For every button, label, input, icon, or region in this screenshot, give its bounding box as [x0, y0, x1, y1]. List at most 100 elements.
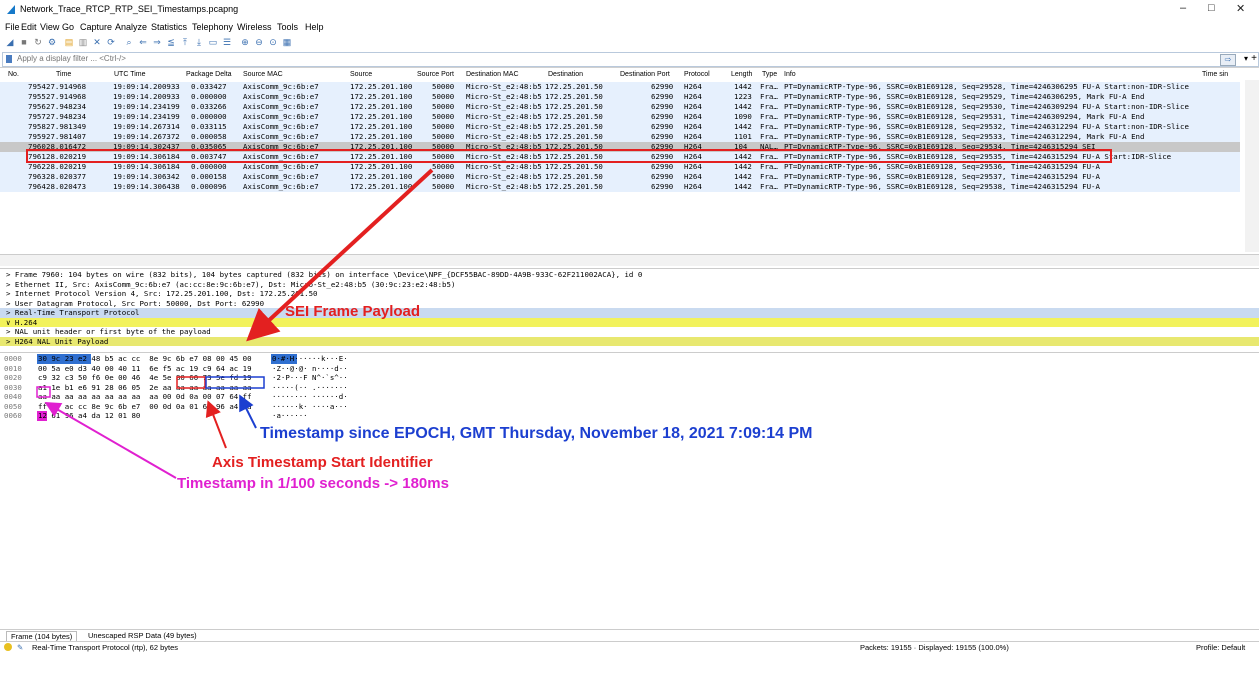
- packet-cell-time: 27.914968: [46, 82, 87, 91]
- packet-row[interactable]: 7955 27.914968 19:09:14.200933 0.000000 Axis…: [0, 92, 1240, 102]
- detail-row[interactable]: > Internet Protocol Version 4, Src: 172.…: [0, 289, 1259, 299]
- menu-view[interactable]: View: [40, 22, 59, 32]
- menu-file[interactable]: File: [5, 22, 20, 32]
- zoom-in-icon[interactable]: ⊕: [240, 37, 250, 47]
- col-timesin[interactable]: Time sin: [1202, 71, 1228, 78]
- detail-row[interactable]: > Frame 7960: 104 bytes on wire (832 bit…: [0, 270, 1259, 280]
- col-dstmac[interactable]: Destination MAC: [466, 71, 519, 78]
- menu-statistics[interactable]: Statistics: [151, 22, 187, 32]
- packet-cell-utc: 19:09:14.200933: [113, 82, 180, 91]
- packet-row[interactable]: 7954 27.914968 19:09:14.200933 0.033427 Axis…: [0, 82, 1240, 92]
- packet-row[interactable]: 7964 28.020473 19:09:14.306438 0.000096 Axis…: [0, 182, 1240, 192]
- bytes-row[interactable]: 0050 ff ff ac cc 8e 9c 6b e7 00 0d 0a 01 …: [0, 402, 500, 412]
- col-srcport[interactable]: Source Port: [417, 71, 454, 78]
- packet-cell-srcmac: AxisComm_9c:6b:e7: [243, 162, 319, 171]
- maximize-button[interactable]: □: [1208, 2, 1215, 14]
- packet-list-hscroll[interactable]: [0, 254, 1259, 266]
- packet-row[interactable]: 7957 27.948234 19:09:14.234199 0.000000 Axis…: [0, 112, 1240, 122]
- menu-analyze[interactable]: Analyze: [115, 22, 147, 32]
- detail-row[interactable]: ∨ H.264: [0, 317, 1259, 327]
- detail-row[interactable]: > Real-Time Transport Protocol: [0, 308, 1259, 318]
- open-file-icon[interactable]: ▤: [64, 37, 74, 47]
- packet-cell-srcport: 50000: [432, 92, 455, 101]
- first-packet-icon[interactable]: ⤒: [180, 37, 190, 47]
- packet-cell-proto: H264: [684, 182, 702, 191]
- start-capture-icon[interactable]: ◢: [5, 37, 15, 47]
- autoscroll-icon[interactable]: ▭: [208, 37, 218, 47]
- last-packet-icon[interactable]: ⤓: [194, 37, 204, 47]
- find-packet-icon[interactable]: ⌕: [124, 37, 134, 47]
- display-filter-input[interactable]: [17, 54, 617, 63]
- resize-columns-icon[interactable]: ▦: [282, 37, 292, 47]
- menu-go[interactable]: Go: [62, 22, 74, 32]
- col-srcmac[interactable]: Source MAC: [243, 71, 283, 78]
- close-button[interactable]: ✕: [1236, 2, 1245, 15]
- bytes-row[interactable]: 0020 c9 32 c3 50 f6 0e 00 46 4e 5e 80 60 …: [0, 373, 500, 383]
- packet-cell-delta: 0.000158: [191, 172, 227, 181]
- col-length[interactable]: Length: [731, 71, 752, 78]
- col-info[interactable]: Info: [784, 71, 796, 78]
- capture-options-icon[interactable]: ⚙: [47, 37, 57, 47]
- bytes-row[interactable]: 0030 a1 1e b1 e6 91 28 06 05 2e aa aa aa …: [0, 383, 500, 393]
- bytes-row[interactable]: 0010 00 5a e0 d3 40 00 40 11 6e f5 ac 19 …: [0, 364, 500, 374]
- packet-cell-utc: 19:09:14.234199: [113, 112, 180, 121]
- colorize-icon[interactable]: ☰: [222, 37, 232, 47]
- annotation-axis-id: Axis Timestamp Start Identifier: [212, 454, 433, 471]
- restart-capture-icon[interactable]: ↻: [33, 37, 43, 47]
- expert-info-icon[interactable]: [4, 643, 12, 651]
- apply-filter-icon[interactable]: ⇨: [1220, 54, 1236, 66]
- packet-list-vscroll[interactable]: [1245, 80, 1259, 252]
- col-time[interactable]: Time: [56, 71, 71, 78]
- packet-cell-dstport: 62990: [651, 82, 674, 91]
- bookmark-icon[interactable]: [6, 55, 12, 63]
- save-file-icon[interactable]: ▥: [78, 37, 88, 47]
- packet-row[interactable]: 7956 27.948234 19:09:14.234199 0.033266 Axis…: [0, 102, 1240, 112]
- go-to-packet-icon[interactable]: ≦: [166, 37, 176, 47]
- packet-cell-proto: H264: [684, 132, 702, 141]
- col-utc[interactable]: UTC Time: [114, 71, 146, 78]
- detail-row[interactable]: > User Datagram Protocol, Src Port: 5000…: [0, 298, 1259, 308]
- col-dstport[interactable]: Destination Port: [620, 71, 670, 78]
- packet-cell-srcmac: AxisComm_9c:6b:e7: [243, 132, 319, 141]
- packet-row[interactable]: 7962 28.020219 19:09:14.306184 0.000000 Axis…: [0, 162, 1240, 172]
- packet-row[interactable]: 7958 27.981349 19:09:14.267314 0.033115 Axis…: [0, 122, 1240, 132]
- packet-cell-delta: 0.000000: [191, 112, 227, 121]
- close-file-icon[interactable]: ✕: [92, 37, 102, 47]
- packet-cell-delta: 0.000058: [191, 132, 227, 141]
- col-source[interactable]: Source: [350, 71, 372, 78]
- edit-comment-icon[interactable]: ✎: [17, 643, 23, 652]
- packet-row[interactable]: 7959 27.981407 19:09:14.267372 0.000058 Axis…: [0, 132, 1240, 142]
- bytes-row[interactable]: 0060 12 61 96 a4 da 12 01 80 ·a······: [0, 411, 500, 421]
- add-filter-button[interactable]: +: [1251, 53, 1257, 64]
- go-back-icon[interactable]: ⇐: [138, 37, 148, 47]
- menu-help[interactable]: Help: [305, 22, 324, 32]
- go-forward-icon[interactable]: ⇒: [152, 37, 162, 47]
- zoom-reset-icon[interactable]: ⊙: [268, 37, 278, 47]
- menu-wireless[interactable]: Wireless: [237, 22, 272, 32]
- tab-unescaped[interactable]: Unescaped RSP Data (49 bytes): [84, 631, 201, 640]
- detail-row[interactable]: > H264 NAL Unit Payload: [0, 336, 1259, 346]
- zoom-out-icon[interactable]: ⊖: [254, 37, 264, 47]
- col-dest[interactable]: Destination: [548, 71, 583, 78]
- bytes-ascii: ·a······: [272, 411, 308, 420]
- packet-row[interactable]: 7963 28.020377 19:09:14.306342 0.000158 Axis…: [0, 172, 1240, 182]
- menu-telephony[interactable]: Telephony: [192, 22, 233, 32]
- col-no[interactable]: No.: [8, 71, 19, 78]
- col-delta[interactable]: Package Delta: [186, 71, 232, 78]
- filter-dropdown-icon[interactable]: ▾: [1244, 54, 1248, 63]
- col-proto[interactable]: Protocol: [684, 71, 710, 78]
- minimize-button[interactable]: –: [1180, 2, 1186, 14]
- reload-file-icon[interactable]: ⟳: [106, 37, 116, 47]
- menu-capture[interactable]: Capture: [80, 22, 112, 32]
- bytes-row[interactable]: 0040 aa aa aa aa aa aa aa aa aa 00 0d 0a …: [0, 392, 500, 402]
- col-type[interactable]: Type: [762, 71, 777, 78]
- stop-capture-icon[interactable]: ■: [19, 37, 29, 47]
- detail-text: > NAL unit header or first byte of the p…: [6, 327, 211, 336]
- menu-edit[interactable]: Edit: [21, 22, 37, 32]
- detail-row[interactable]: > NAL unit header or first byte of the p…: [0, 327, 1259, 337]
- packet-cell-dstmac: Micro-St_e2:48:b5: [466, 102, 542, 111]
- detail-row[interactable]: > Ethernet II, Src: AxisComm_9c:6b:e7 (a…: [0, 279, 1259, 289]
- menu-tools[interactable]: Tools: [277, 22, 298, 32]
- bytes-row[interactable]: 0000 30 9c 23 e2 48 b5 ac cc 8e 9c 6b e7 …: [0, 354, 500, 364]
- status-profile[interactable]: Profile: Default: [1196, 643, 1245, 652]
